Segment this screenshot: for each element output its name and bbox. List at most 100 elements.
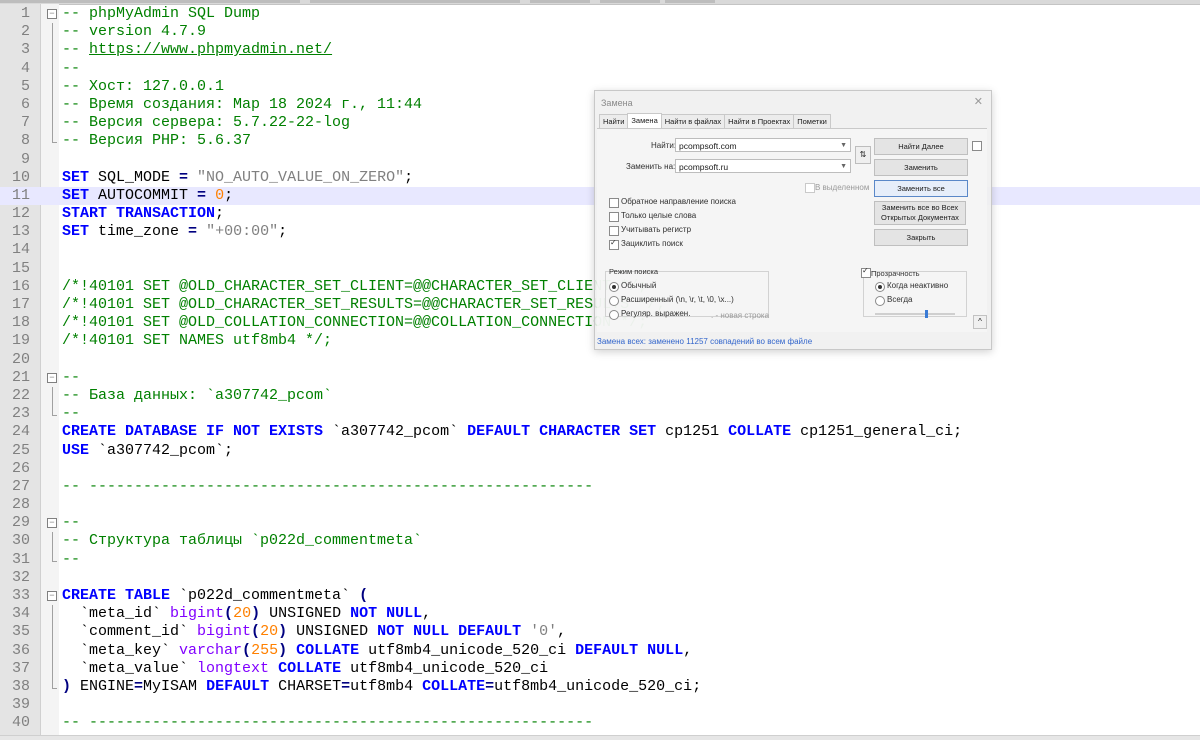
code-token: -- version 4.7.9 [62,23,207,41]
replace-all-button[interactable]: Заменить все [874,180,968,197]
find-next-option-checkbox[interactable] [972,141,982,151]
option-checkbox[interactable] [609,198,619,208]
tab-strip-segment[interactable] [600,0,660,3]
code-token: SET [62,168,90,186]
code-line[interactable]: 39 [0,696,1200,714]
replace-input[interactable]: pcompsoft.ru ▼ [675,159,851,173]
horizontal-scrollbar[interactable] [0,735,1200,740]
replace-all-open-docs-button[interactable]: Заменить все во Всех Открытых Документах [874,201,966,225]
code-line[interactable]: 40 -- -----------------------------------… [0,714,1200,732]
code-token: ; [404,168,414,186]
code-line[interactable]: 28 [0,496,1200,514]
line-number: 26 [11,459,30,477]
code-token: = [341,677,351,695]
replace-label: Заменить на: [626,162,676,171]
tab-1[interactable]: Замена [627,113,662,129]
chevron-down-icon[interactable]: ▼ [840,160,847,174]
code-line[interactable]: 2 -- version 4.7.9 [0,23,1200,42]
code-line[interactable]: 4 -- [0,59,1200,78]
code-line[interactable]: 30 -- Структура таблицы `p022d_commentmet… [0,532,1200,551]
code-token: longtext [197,659,270,677]
fold-toggle-icon[interactable] [47,587,57,605]
transparency-slider-track[interactable] [875,313,955,315]
code-token: -- [62,41,90,59]
transparency-radio[interactable] [875,282,885,292]
code-token: DEFAULT NULL [575,641,684,659]
code-line[interactable]: 3 -- https://www.phpmyadmin.net/ [0,41,1200,60]
code-text: -- Структура таблицы `p022d_commentmeta` [62,532,422,550]
close-button[interactable]: Закрыть [874,229,968,246]
code-line[interactable]: 38) ENGINE=MyISAM DEFAULT CHARSET=utf8mb… [0,677,1200,696]
newline-hint: . - новая строка [711,311,770,320]
tab-0[interactable]: Найти [599,114,629,128]
search-mode-title: Режим поиска [609,267,658,276]
find-input[interactable]: pcompsoft.com ▼ [675,138,851,152]
tab-4[interactable]: Пометки [793,114,831,128]
code-line[interactable]: 27 -- -----------------------------------… [0,478,1200,496]
code-token: `comment_id` [62,623,198,641]
option-checkbox[interactable] [609,238,619,250]
code-token: `p022d_commentmeta` [170,587,360,604]
option-checkbox[interactable] [609,212,619,222]
code-line[interactable]: 32 [0,569,1200,587]
tab-3[interactable]: Найти в Проектах [724,114,795,128]
tab-2[interactable]: Найти в файлах [660,114,726,128]
chevron-down-icon[interactable]: ▼ [840,139,847,153]
fold-guide [47,696,57,714]
tab-strip-segment[interactable] [665,0,715,3]
fold-guide [47,386,57,406]
code-token: UNSIGNED [287,623,378,641]
code-line[interactable]: 29 -- [0,514,1200,532]
line-number: 19 [11,332,30,350]
option-checkbox[interactable] [609,226,619,236]
line-number: 29 [11,514,30,532]
fold-toggle-icon[interactable] [47,5,57,23]
search-mode-radio[interactable] [609,310,619,320]
replace-button[interactable]: Заменить [874,159,968,176]
code-line[interactable]: 36 `meta_key` varchar(255) COLLATE utf8m… [0,641,1200,660]
code-line[interactable]: 26 [0,460,1200,478]
code-line[interactable]: 20 [0,351,1200,369]
code-line[interactable]: 37 `meta_value` longtext COLLATE utf8mb4… [0,659,1200,679]
fold-toggle-icon[interactable] [47,514,57,532]
search-mode-radio[interactable] [609,282,619,292]
fold-guide [47,41,57,60]
code-line[interactable]: 23 -- [0,405,1200,423]
transparency-checkbox[interactable] [861,266,871,278]
code-line[interactable]: 31 -- [0,550,1200,569]
tab-strip-segment[interactable] [0,0,300,3]
find-next-button[interactable]: Найти Далее [874,138,968,155]
code-line[interactable]: 25 USE `a307742_pcom`; [0,442,1200,460]
code-text: -- База данных: `a307742_pcom` [62,387,332,405]
transparency-radio[interactable] [875,296,885,306]
swap-icon[interactable]: ⇅ [855,146,871,164]
tab-strip-segment[interactable] [310,0,520,3]
code-token: USE [62,441,90,459]
close-icon[interactable]: ✕ [974,95,983,108]
search-mode-radio[interactable] [609,296,619,306]
fold-guide [47,314,57,332]
code-line[interactable]: 35 `comment_id` bigint(20) UNSIGNED NOT … [0,623,1200,642]
transparency-slider-thumb[interactable] [924,310,928,318]
in-selection-label: В выделенном [815,183,870,192]
in-selection-checkbox[interactable] [805,183,815,193]
search-mode-label: Регуляр. выражен. [621,309,691,318]
fold-toggle-icon[interactable] [47,369,57,387]
code-line[interactable]: 34 `meta_id` bigint(20) UNSIGNED NOT NUL… [0,605,1200,624]
code-line[interactable]: 24 CREATE DATABASE IF NOT EXISTS `a307742… [0,423,1200,441]
code-line[interactable]: 21 -- [0,369,1200,387]
code-line[interactable]: 1 -- phpMyAdmin SQL Dump [0,5,1200,23]
code-line[interactable]: 22 -- База данных: `a307742_pcom` [0,386,1200,406]
dialog-tabs: Найти Замена Найти в файлах Найти в Проекта… [599,113,831,129]
line-number: 36 [11,641,30,659]
code-token: NOT NULL DEFAULT [377,623,522,641]
code-text: CREATE DATABASE IF NOT EXISTS `a307742_p… [62,423,962,441]
line-number: 13 [11,223,30,241]
code-line[interactable]: 33 CREATE TABLE `p022d_commentmeta` ( [0,587,1200,605]
code-token: 0 [215,186,225,204]
tab-strip-segment[interactable] [530,0,590,3]
collapse-icon[interactable]: ^ [973,315,987,329]
code-token: utf8mb4 [350,677,423,695]
code-text: SET time_zone = "+00:00"; [62,223,287,241]
line-number: 12 [11,205,30,223]
